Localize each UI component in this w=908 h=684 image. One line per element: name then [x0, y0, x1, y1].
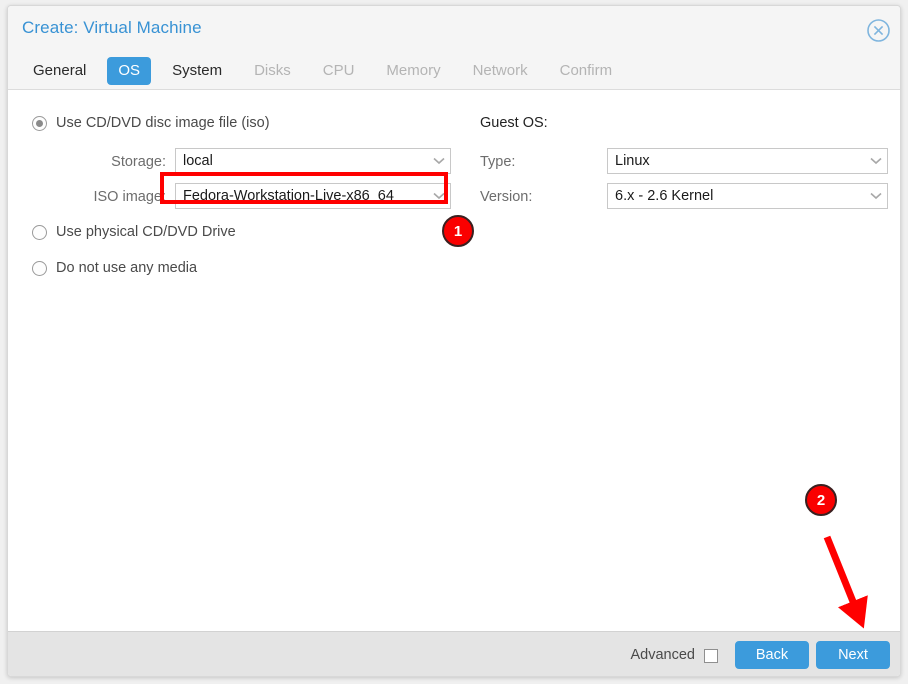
tab-confirm: Confirm [549, 57, 624, 85]
radio-none-icon[interactable] [32, 261, 47, 276]
tab-spacer [151, 71, 161, 72]
tab-general[interactable]: General [22, 57, 97, 85]
media-option-iso-label[interactable]: Use CD/DVD disc image file (iso) [56, 115, 270, 131]
tab-spacer [365, 71, 375, 72]
tab-spacer [539, 71, 549, 72]
iso-image-select[interactable]: Fedora-Workstation-Live-x86_64 [175, 183, 451, 209]
dialog-header: Create: Virtual Machine General OS Syste… [8, 6, 900, 89]
close-icon[interactable] [866, 18, 891, 43]
os-version-select[interactable]: 6.x - 2.6 Kernel [607, 183, 888, 209]
media-option-iso[interactable]: Use CD/DVD disc image file (iso) [32, 115, 270, 131]
tab-spacer [452, 71, 462, 72]
create-vm-dialog: Create: Virtual Machine General OS Syste… [7, 5, 901, 677]
radio-iso-icon[interactable] [32, 116, 47, 131]
tab-memory: Memory [375, 57, 451, 85]
os-version-value: 6.x - 2.6 Kernel [608, 188, 865, 204]
chevron-down-icon[interactable] [865, 192, 887, 200]
media-option-none-label[interactable]: Do not use any media [56, 260, 197, 276]
tab-cpu: CPU [312, 57, 366, 85]
chevron-down-icon[interactable] [865, 157, 887, 165]
dialog-title: Create: Virtual Machine [22, 18, 202, 38]
media-option-none[interactable]: Do not use any media [32, 260, 197, 276]
storage-value: local [176, 153, 428, 169]
tab-network: Network [462, 57, 539, 85]
dialog-body: Use CD/DVD disc image file (iso) Storage… [8, 90, 900, 631]
advanced-label: Advanced [631, 647, 696, 663]
tab-spacer [233, 71, 243, 72]
chevron-down-icon[interactable] [428, 192, 450, 200]
tab-disks: Disks [243, 57, 302, 85]
tab-bar: General OS System Disks CPU Memory Netwo… [22, 56, 623, 86]
dialog-footer: Advanced Back Next [8, 631, 900, 677]
radio-physical-icon[interactable] [32, 225, 47, 240]
storage-label: Storage: [38, 154, 166, 170]
media-option-physical-label[interactable]: Use physical CD/DVD Drive [56, 224, 236, 240]
tab-spacer [97, 71, 107, 72]
os-type-select[interactable]: Linux [607, 148, 888, 174]
iso-image-value: Fedora-Workstation-Live-x86_64 [176, 188, 428, 204]
next-button[interactable]: Next [816, 641, 890, 669]
chevron-down-icon[interactable] [428, 157, 450, 165]
guest-os-heading: Guest OS: [480, 115, 548, 131]
storage-select[interactable]: local [175, 148, 451, 174]
os-type-value: Linux [608, 153, 865, 169]
tab-spacer [302, 71, 312, 72]
back-button[interactable]: Back [735, 641, 809, 669]
iso-image-label: ISO image: [38, 189, 166, 205]
tab-os[interactable]: OS [107, 57, 151, 85]
tab-system[interactable]: System [161, 57, 233, 85]
media-option-physical[interactable]: Use physical CD/DVD Drive [32, 224, 236, 240]
advanced-checkbox[interactable] [704, 649, 718, 663]
